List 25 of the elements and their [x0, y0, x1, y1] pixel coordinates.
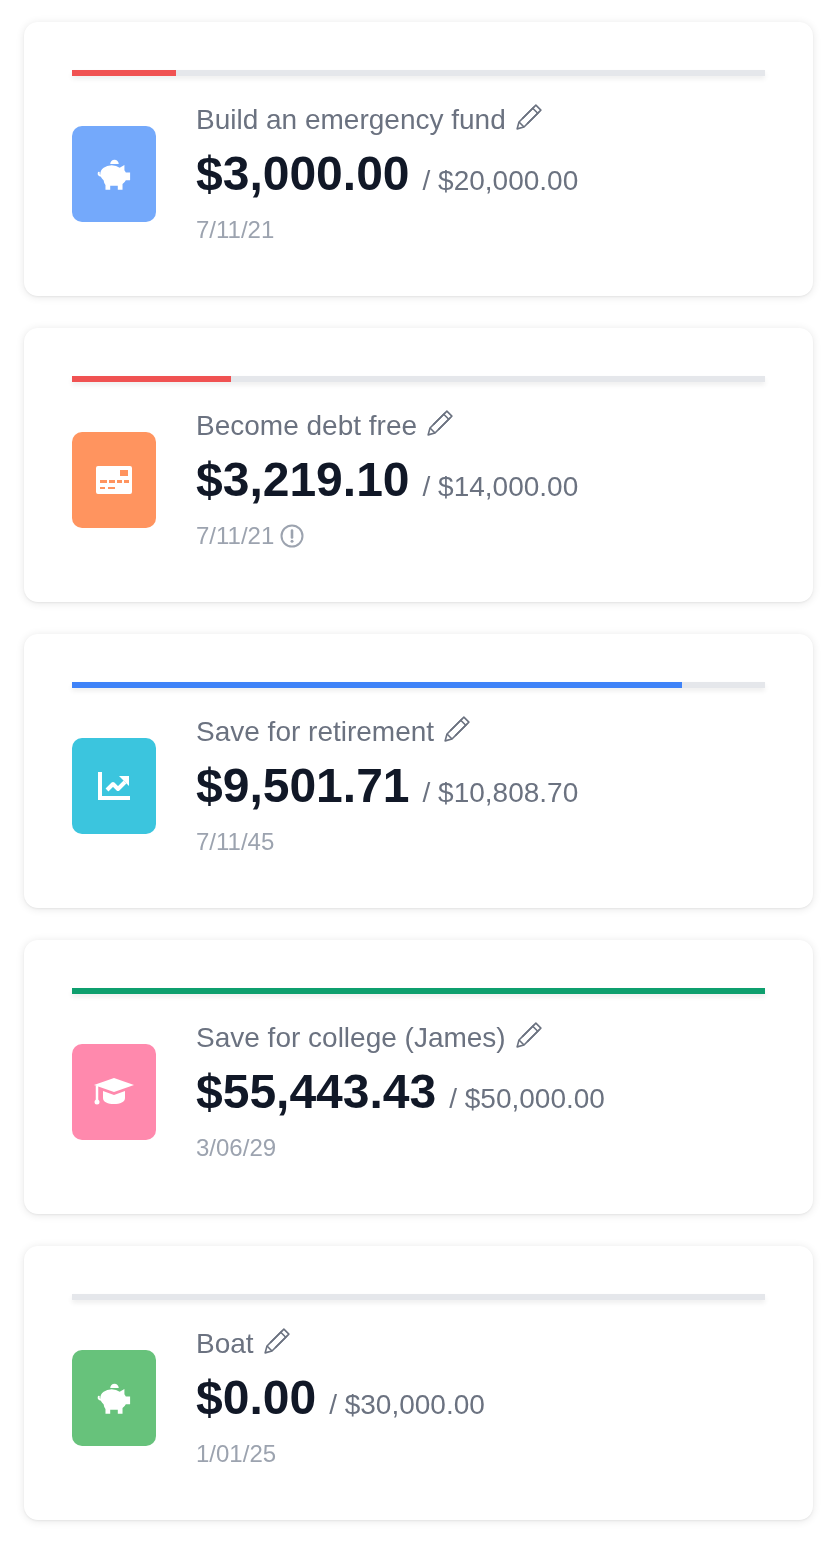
target-amount: / $20,000.00: [422, 165, 579, 197]
saved-amount: $3,219.10: [196, 452, 410, 508]
saved-amount: $0.00: [196, 1370, 317, 1426]
saved-amount: $55,443.43: [196, 1064, 437, 1120]
target-amount: / $14,000.00: [422, 471, 579, 503]
goal-title: Boat: [196, 1327, 254, 1361]
target-date: 7/11/21: [196, 215, 275, 245]
target-date: 1/01/25: [196, 1439, 277, 1469]
pencil-icon[interactable]: [513, 102, 544, 132]
saved-amount: $9,501.71: [196, 758, 410, 814]
target-date: 7/11/21: [196, 521, 275, 551]
pencil-icon[interactable]: [442, 714, 473, 744]
pencil-icon[interactable]: [261, 1326, 292, 1356]
target-date: 3/06/29: [196, 1133, 277, 1163]
goal-title: Become debt free: [196, 409, 418, 443]
saved-amount: $3,000.00: [196, 146, 410, 202]
pencil-icon[interactable]: [513, 1020, 544, 1050]
goal-title: Save for college (James): [196, 1021, 506, 1055]
goal-title: Save for retirement: [196, 715, 435, 749]
target-amount: / $50,000.00: [449, 1083, 605, 1115]
pencil-icon[interactable]: [425, 408, 456, 438]
target-amount: / $10,808.70: [422, 777, 579, 809]
goal-title: Build an emergency fund: [196, 103, 506, 137]
target-date: 7/11/45: [196, 827, 275, 857]
target-amount: / $30,000.00: [329, 1389, 485, 1421]
